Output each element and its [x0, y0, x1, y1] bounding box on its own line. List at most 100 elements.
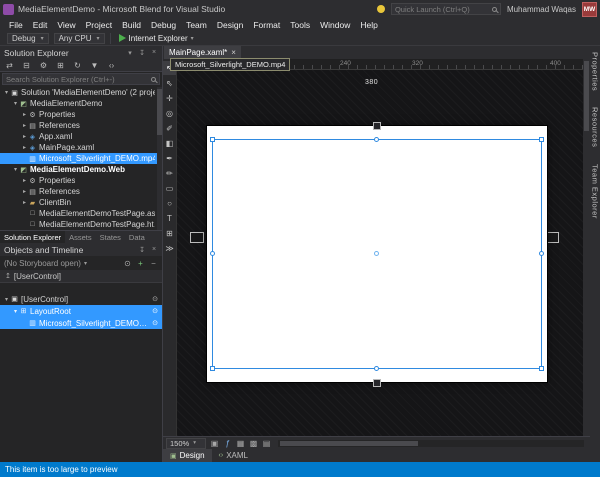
menu-debug[interactable]: Debug	[146, 20, 181, 30]
collapsed-arrow-icon[interactable]: ▸	[21, 199, 28, 206]
user-name[interactable]: Muhammad Waqas	[507, 5, 576, 14]
expanded-arrow-icon[interactable]: ▾	[12, 308, 19, 315]
menu-project[interactable]: Project	[81, 20, 117, 30]
solution-tree-item-properties[interactable]: ▸⚙Properties	[0, 175, 162, 186]
close-icon[interactable]: ×	[150, 49, 158, 57]
menu-build[interactable]: Build	[117, 20, 146, 30]
snap-gridlines-icon[interactable]: ▩	[248, 439, 259, 448]
pen-tool[interactable]: ✒	[163, 151, 176, 165]
panel-tab-states[interactable]: States	[96, 231, 125, 243]
filter-icon[interactable]: ▼	[88, 61, 101, 70]
panel-tab-data[interactable]: Data	[125, 231, 149, 243]
scrollbar-thumb[interactable]	[584, 61, 589, 131]
solution-tree-item-mediaelementdemotestpage-ht[interactable]: □MediaElementDemoTestPage.ht…	[0, 219, 162, 230]
sync-active-document-icon[interactable]: ⇄	[3, 61, 16, 70]
resize-handle-bottom-left[interactable]	[210, 366, 215, 371]
close-icon[interactable]: ×	[231, 48, 236, 57]
pin-icon[interactable]: ↧	[138, 246, 146, 254]
add-storyboard-icon[interactable]: +	[136, 259, 145, 268]
remove-storyboard-icon[interactable]: −	[149, 259, 158, 268]
panel-tab-solution-explorer[interactable]: Solution Explorer	[0, 231, 65, 243]
visibility-icon[interactable]: ⊙	[152, 307, 158, 315]
resize-handle-bottom[interactable]	[374, 366, 379, 371]
expanded-arrow-icon[interactable]: ▾	[3, 89, 10, 96]
avatar[interactable]: MW	[582, 2, 597, 17]
resize-handle-right[interactable]	[539, 251, 544, 256]
fit-to-screen-icon[interactable]: ▣	[209, 439, 220, 448]
menu-window[interactable]: Window	[315, 20, 355, 30]
vertical-scrollbar[interactable]	[583, 59, 590, 436]
snap-guidelines-icon[interactable]: ▤	[261, 439, 272, 448]
menu-edit[interactable]: Edit	[28, 20, 53, 30]
solution-config-combo[interactable]: Debug ▾	[7, 33, 49, 44]
rectangle-tool[interactable]: ▭	[163, 181, 176, 195]
solution-tree-item-properties[interactable]: ▸⚙Properties	[0, 109, 162, 120]
view-tab-design[interactable]: ▣Design	[163, 449, 212, 462]
close-storyboard-icon[interactable]: ⊙	[123, 259, 132, 268]
expanded-arrow-icon[interactable]: ▾	[3, 296, 10, 303]
storyboard-picker[interactable]: (No Storyboard open) ▾ ⊙+−	[0, 256, 162, 270]
panel-tab-assets[interactable]: Assets	[65, 231, 96, 243]
left-margin-adorner[interactable]	[190, 232, 204, 243]
objects-tree-item-microsoft-silverlight-demo[interactable]: ▥Microsoft_Silverlight_DEMO…⊙	[0, 317, 162, 329]
menu-tools[interactable]: Tools	[285, 20, 315, 30]
view-tab-xaml[interactable]: ‹›XAML	[212, 449, 255, 462]
solution-tree-item-microsoft-silverlight-demo-mp4[interactable]: ▥Microsoft_Silverlight_DEMO.mp4	[0, 153, 162, 164]
refresh-icon[interactable]: ↻	[71, 61, 84, 70]
solution-tree-item-mediaelementdemo[interactable]: ▾◩MediaElementDemo	[0, 98, 162, 109]
menu-format[interactable]: Format	[248, 20, 285, 30]
selection-rectangle[interactable]	[212, 139, 542, 369]
horizontal-scrollbar[interactable]	[278, 440, 584, 447]
paint-bucket-tool[interactable]: ◧	[163, 136, 176, 150]
collapsed-arrow-icon[interactable]: ▸	[21, 144, 28, 151]
menu-file[interactable]: File	[4, 20, 28, 30]
collapsed-arrow-icon[interactable]: ▸	[21, 177, 28, 184]
collapsed-arrow-icon[interactable]: ▸	[21, 133, 28, 140]
resize-handle-top-right[interactable]	[539, 137, 544, 142]
menu-view[interactable]: View	[52, 20, 80, 30]
solution-tree-item-mediaelementdemo-web[interactable]: ▾◩MediaElementDemo.Web	[0, 164, 162, 175]
center-anchor[interactable]	[374, 251, 379, 256]
solution-tree-item-clientbin[interactable]: ▸▰ClientBin	[0, 197, 162, 208]
direct-selection-tool[interactable]: ⇖	[163, 76, 176, 90]
side-tab-properties[interactable]: Properties	[591, 52, 600, 91]
collapsed-arrow-icon[interactable]: ▸	[21, 188, 28, 195]
zoom-tool[interactable]: ◎	[163, 106, 176, 120]
feedback-smiley-icon[interactable]	[377, 5, 385, 13]
solution-tree-item-app-xaml[interactable]: ▸◈App.xaml	[0, 131, 162, 142]
collapsed-arrow-icon[interactable]: ▸	[21, 111, 28, 118]
show-gridlines-icon[interactable]: ▦	[235, 439, 246, 448]
scope-breadcrumb[interactable]: ↥ [UserControl]	[0, 270, 162, 283]
objects-tree-item-usercontrol[interactable]: ▾▣[UserControl]⊙	[0, 293, 162, 305]
resize-handle-top-left[interactable]	[210, 137, 215, 142]
effects-icon[interactable]: ƒ	[222, 439, 233, 448]
visibility-icon[interactable]: ⊙	[152, 295, 158, 303]
collapse-all-icon[interactable]: ⊟	[20, 61, 33, 70]
assets-tool[interactable]: ≫	[163, 241, 176, 255]
right-margin-adorner[interactable]	[545, 232, 559, 243]
side-tab-team-explorer[interactable]: Team Explorer	[591, 164, 600, 219]
bottom-anchor-adorner[interactable]	[373, 379, 381, 387]
artboard[interactable]: 380	[177, 70, 583, 436]
pan-tool[interactable]: ✛	[163, 91, 176, 105]
scrollbar-thumb[interactable]	[157, 89, 162, 135]
window-position-icon[interactable]: ▾	[126, 49, 134, 57]
menu-design[interactable]: Design	[212, 20, 248, 30]
objects-tree-item-layoutroot[interactable]: ▾⊞LayoutRoot⊙	[0, 305, 162, 317]
eyedropper-tool[interactable]: ✐	[163, 121, 176, 135]
close-icon[interactable]: ×	[150, 246, 158, 254]
top-anchor-adorner[interactable]	[373, 122, 381, 130]
scrollbar-thumb[interactable]	[280, 441, 418, 446]
expanded-arrow-icon[interactable]: ▾	[12, 166, 19, 173]
zoom-combo[interactable]: 150% ▾	[166, 438, 206, 449]
resize-handle-top[interactable]	[374, 137, 379, 142]
pencil-tool[interactable]: ✏	[163, 166, 176, 180]
solution-tree-item-mainpage-xaml[interactable]: ▸◈MainPage.xaml	[0, 142, 162, 153]
solution-tree-item-solution-mediaelementdemo-2-proje[interactable]: ▾▣Solution 'MediaElementDemo' (2 proje	[0, 87, 162, 98]
quick-launch-input[interactable]: Quick Launch (Ctrl+Q)	[391, 3, 501, 15]
properties-icon[interactable]: ⚙	[37, 61, 50, 70]
blend-app-icon[interactable]	[3, 4, 14, 15]
ellipse-tool[interactable]: ○	[163, 196, 176, 210]
solution-tree-item-mediaelementdemotestpage-as[interactable]: □MediaElementDemoTestPage.as…	[0, 208, 162, 219]
show-all-files-icon[interactable]: ⊞	[54, 61, 67, 70]
